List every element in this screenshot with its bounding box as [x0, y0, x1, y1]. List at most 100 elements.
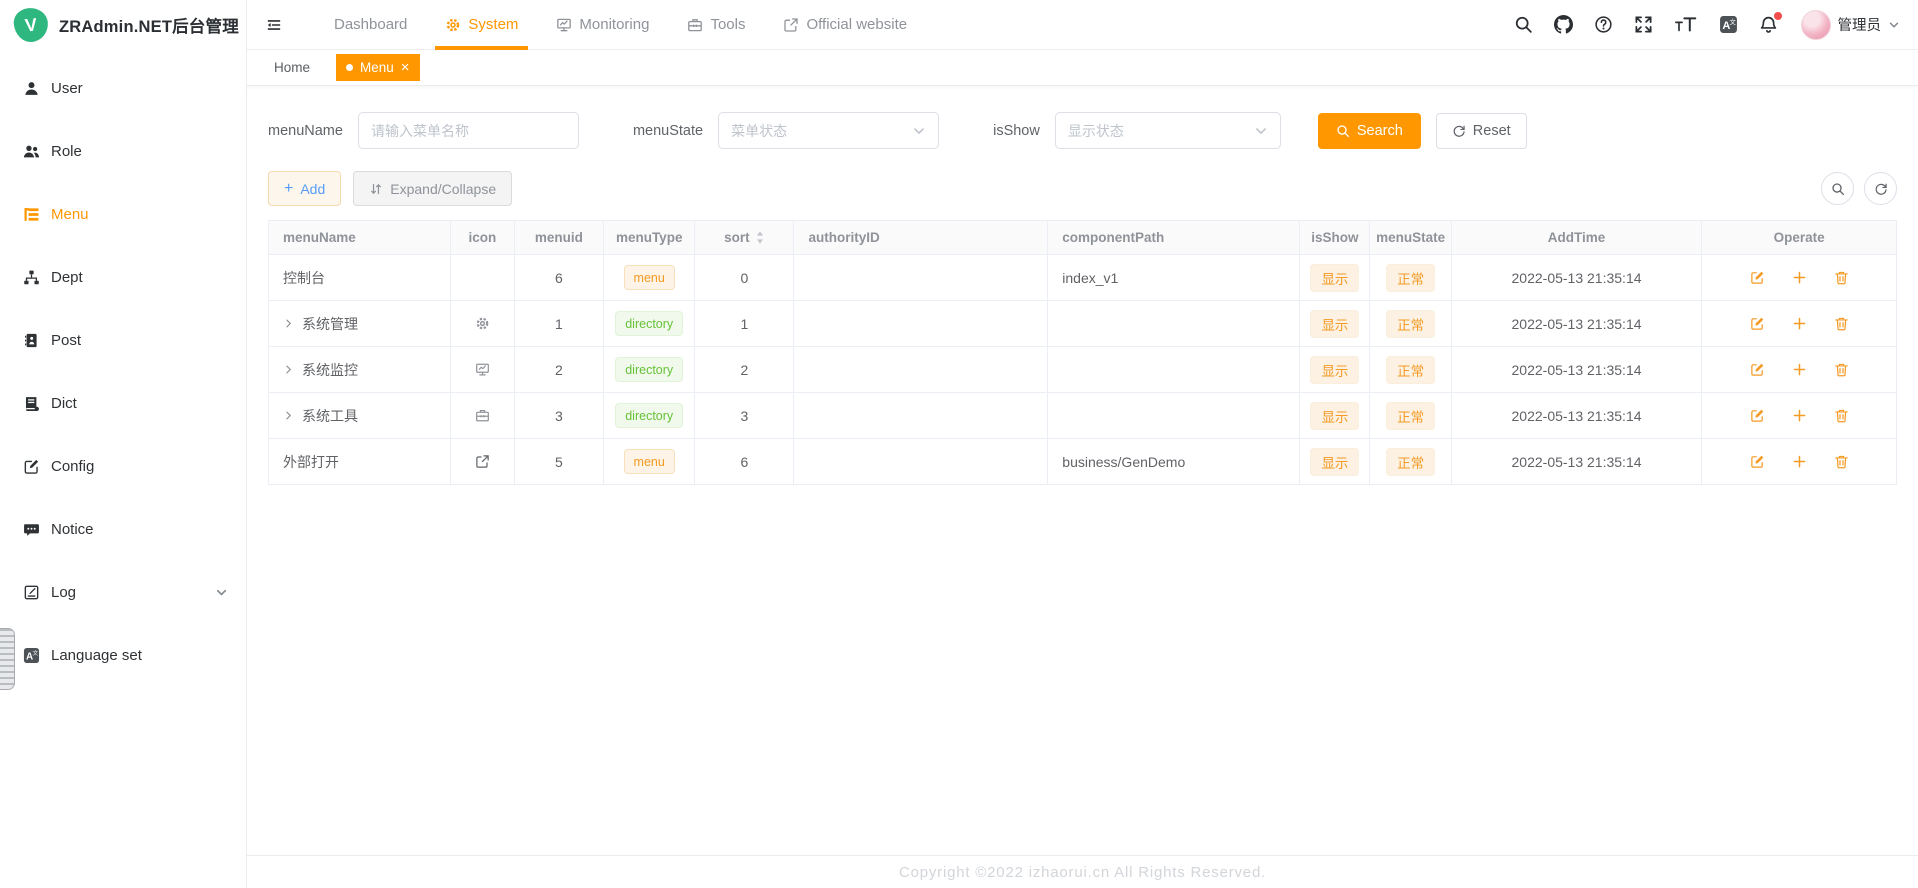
sidebar-item-notice[interactable]: Notice: [0, 498, 246, 561]
cell-componentPath: [1048, 393, 1300, 439]
add-child-button[interactable]: [1792, 362, 1807, 377]
cell-menuType: menu: [604, 439, 695, 485]
top-nav-tabs: Dashboard System Monitoring Tools Official w…: [315, 0, 926, 49]
delete-button[interactable]: [1834, 362, 1849, 377]
is-show-tag: 显示: [1310, 310, 1359, 338]
add-child-button[interactable]: [1792, 316, 1807, 331]
menu-state-select[interactable]: 菜单状态: [718, 112, 939, 149]
cell-menuName: 外部打开: [269, 439, 451, 485]
sidebar-item-dict[interactable]: Dict: [0, 372, 246, 435]
toolbox-icon: [687, 17, 703, 33]
cell-menuState: 正常: [1370, 255, 1451, 301]
edit-icon: [1750, 362, 1765, 377]
cell-text: 3: [740, 408, 748, 424]
expand-collapse-button[interactable]: Expand/Collapse: [353, 171, 512, 206]
sidebar-item-config[interactable]: Config: [0, 435, 246, 498]
expand-row-icon[interactable]: [283, 318, 294, 329]
sidebar-item-label: Post: [51, 332, 81, 349]
is-show-tag: 显示: [1310, 448, 1359, 476]
search-button[interactable]: [1514, 15, 1533, 34]
show-search-button[interactable]: [1821, 172, 1854, 205]
sidebar-item-menu[interactable]: Menu: [0, 183, 246, 246]
plus-icon: [1792, 408, 1807, 423]
monitor-icon: [556, 17, 572, 33]
cell-Operate: [1702, 393, 1896, 439]
tag-home[interactable]: Home: [274, 60, 310, 75]
nav-tab-label: Dashboard: [334, 16, 407, 33]
delete-button[interactable]: [1834, 454, 1849, 469]
refresh-table-button[interactable]: [1864, 172, 1897, 205]
reset-button[interactable]: Reset: [1436, 113, 1527, 149]
table-row: 控制台6menu0index_v1显示正常2022-05-13 21:35:14: [269, 255, 1896, 301]
nav-tab-tools[interactable]: Tools: [668, 0, 764, 49]
edit-button[interactable]: [1750, 362, 1765, 377]
search-button[interactable]: Search: [1318, 113, 1421, 149]
column-header-componentPath: componentPath: [1048, 221, 1300, 255]
plus-icon: [1792, 316, 1807, 331]
is-show-select[interactable]: 显示状态: [1055, 112, 1281, 149]
sidebar-item-post[interactable]: Post: [0, 309, 246, 372]
expand-row-icon[interactable]: [283, 410, 294, 421]
nav-tab-system[interactable]: System: [426, 0, 537, 49]
sidebar-item-log[interactable]: Log: [0, 561, 246, 624]
cell-AddTime: 2022-05-13 21:35:14: [1452, 393, 1703, 439]
trash-icon: [1834, 408, 1849, 423]
delete-button[interactable]: [1834, 316, 1849, 331]
add-child-button[interactable]: [1792, 454, 1807, 469]
navbar-right-tools: A文 管理员: [1514, 10, 1905, 40]
cell-text: 3: [555, 408, 563, 424]
sidebar-item-language[interactable]: A文Language set: [0, 624, 246, 687]
menu-name-input[interactable]: [358, 112, 579, 149]
nav-tab-official-website[interactable]: Official website: [764, 0, 926, 49]
nav-tab-monitoring[interactable]: Monitoring: [537, 0, 668, 49]
help-button[interactable]: [1594, 15, 1613, 34]
font-size-button[interactable]: [1674, 15, 1698, 34]
table-row: 系统管理1directory1显示正常2022-05-13 21:35:14: [269, 301, 1896, 347]
cell-isShow: 显示: [1300, 347, 1370, 393]
sidebar-item-role[interactable]: Role: [0, 120, 246, 183]
column-header-icon: icon: [451, 221, 514, 255]
close-icon[interactable]: ×: [401, 60, 410, 75]
sidebar-toggle-button[interactable]: [259, 14, 289, 36]
edit-button[interactable]: [1750, 454, 1765, 469]
edit-button[interactable]: [1750, 316, 1765, 331]
add-button[interactable]: + Add: [268, 171, 341, 206]
delete-button[interactable]: [1834, 408, 1849, 423]
cell-AddTime: 2022-05-13 21:35:14: [1452, 255, 1703, 301]
nav-tab-label: System: [468, 16, 518, 33]
menu-type-tag: directory: [615, 357, 683, 382]
column-header-label: isShow: [1311, 230, 1358, 245]
menu-list-icon: [22, 206, 40, 224]
edit-button[interactable]: [1750, 270, 1765, 285]
column-header-sort[interactable]: sort: [695, 221, 794, 255]
add-child-button[interactable]: [1792, 408, 1807, 423]
github-button[interactable]: [1554, 15, 1573, 34]
edit-button[interactable]: [1750, 408, 1765, 423]
cell-sort: 3: [695, 393, 794, 439]
expand-row-icon[interactable]: [283, 364, 294, 375]
table-row: 系统监控2directory2显示正常2022-05-13 21:35:14: [269, 347, 1896, 393]
tag-menu-active[interactable]: Menu×: [336, 54, 420, 81]
theme-panel-handle[interactable]: [0, 628, 15, 690]
translate-icon: A文: [1719, 15, 1738, 34]
sidebar-item-dept[interactable]: Dept: [0, 246, 246, 309]
user-name: 管理员: [1838, 14, 1882, 35]
external-link-icon: [783, 17, 799, 33]
fullscreen-button[interactable]: [1634, 15, 1653, 34]
add-child-button[interactable]: [1792, 270, 1807, 285]
is-show-tag: 显示: [1310, 356, 1359, 384]
translate-button[interactable]: A文: [1719, 15, 1738, 34]
nav-tab-label: Tools: [710, 16, 745, 33]
user-menu[interactable]: 管理员: [1801, 10, 1901, 40]
nav-tab-dashboard[interactable]: Dashboard: [315, 0, 426, 49]
menu-table: menuNameiconmenuidmenuTypesortauthorityI…: [268, 220, 1897, 485]
dot-icon: [346, 64, 353, 71]
cell-text: 6: [740, 454, 748, 470]
notifications-button[interactable]: [1759, 15, 1778, 34]
search-icon: [1336, 124, 1350, 138]
cell-menuid: 6: [515, 255, 604, 301]
sidebar-item-user[interactable]: User: [0, 57, 246, 120]
sort-caret-icon[interactable]: [755, 230, 765, 245]
delete-button[interactable]: [1834, 270, 1849, 285]
filter-label-menu-state: menuState: [633, 123, 703, 139]
